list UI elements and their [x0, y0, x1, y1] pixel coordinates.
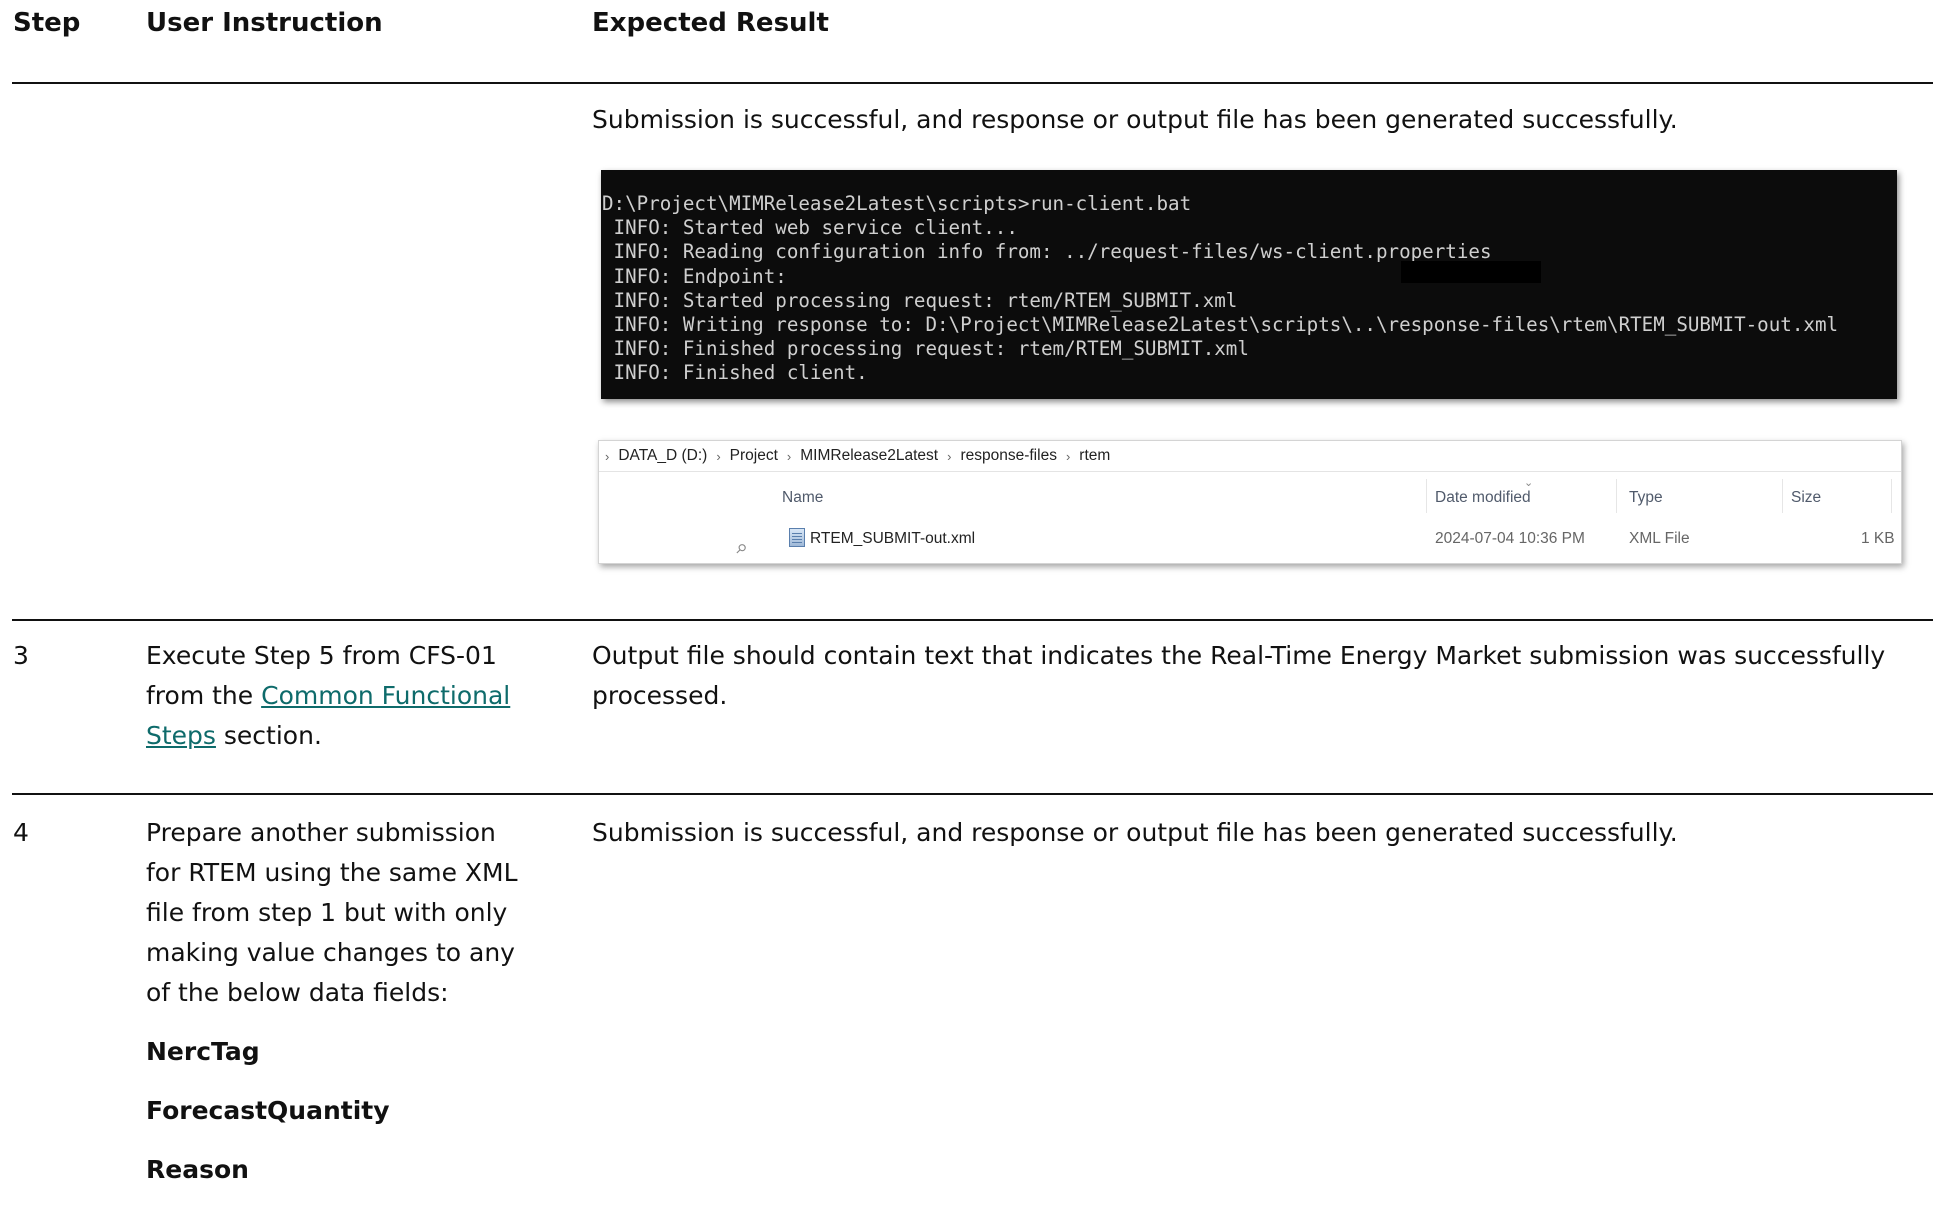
- file-name[interactable]: RTEM_SUBMIT-out.xml: [810, 530, 975, 548]
- console-line: INFO: Finished processing request: rtem/…: [602, 337, 1249, 361]
- console-line: INFO: Writing response to: D:\Project\MI…: [602, 313, 1839, 337]
- row-divider: [12, 793, 1933, 795]
- xml-file-icon: [789, 528, 805, 547]
- expected-result: Submission is successful, and response o…: [592, 818, 1678, 847]
- column-divider[interactable]: [1616, 479, 1617, 513]
- row-expected-result: Submission is successful, and response o…: [592, 105, 1678, 134]
- file-explorer-screenshot: › DATA_D (D:) › Project › MIMRelease2Lat…: [598, 440, 1902, 564]
- console-line: INFO: Endpoint:: [602, 264, 787, 288]
- column-header-type[interactable]: Type: [1629, 489, 1663, 507]
- chevron-right-icon: ›: [947, 448, 952, 464]
- instruction-line: for RTEM using the same XML: [146, 858, 518, 887]
- breadcrumb-item[interactable]: MIMRelease2Latest: [800, 447, 938, 465]
- header-expected-result: Expected Result: [592, 8, 829, 38]
- user-instruction: Execute Step 5 from CFS-01 from the Comm…: [146, 636, 566, 756]
- field-reason: Reason: [146, 1155, 249, 1184]
- column-header-name[interactable]: Name: [782, 489, 823, 507]
- step-number: 4: [13, 818, 29, 847]
- instruction-text: from the: [146, 681, 262, 710]
- instruction-line: of the below data fields:: [146, 978, 449, 1007]
- console-output: D:\Project\MIMRelease2Latest\scripts>run…: [601, 192, 1838, 386]
- pin-icon: ⚲: [732, 539, 750, 558]
- breadcrumb-item[interactable]: rtem: [1079, 447, 1110, 465]
- console-line: INFO: Started processing request: rtem/R…: [602, 288, 1238, 312]
- instruction-text: section.: [215, 721, 322, 750]
- file-size: 1 KB: [1861, 530, 1895, 547]
- redacted-endpoint: [1401, 261, 1541, 283]
- expected-line: Output file should contain text that ind…: [592, 641, 1886, 670]
- field-forecastquantity: ForecastQuantity: [146, 1096, 390, 1125]
- breadcrumb-item[interactable]: Project: [730, 447, 778, 465]
- expected-result: Output file should contain text that ind…: [592, 636, 1885, 716]
- file-type: XML File: [1629, 530, 1690, 547]
- chevron-right-icon: ›: [786, 448, 792, 464]
- chevron-right-icon: ›: [1065, 448, 1071, 464]
- row-divider: [12, 619, 1933, 621]
- chevron-right-icon: ›: [716, 448, 721, 464]
- common-functional-steps-link[interactable]: Steps: [146, 721, 216, 750]
- field-nerctag: NercTag: [146, 1037, 260, 1066]
- file-date-modified: 2024-07-04 10:36 PM: [1435, 530, 1585, 547]
- column-header-size[interactable]: Size: [1791, 489, 1821, 507]
- console-line: INFO: Reading configuration info from: .…: [602, 240, 1492, 264]
- column-divider[interactable]: [1782, 479, 1783, 513]
- user-instruction: Prepare another submission for RTEM usin…: [146, 813, 566, 1013]
- expected-line: processed.: [592, 681, 728, 710]
- console-screenshot: D:\Project\MIMRelease2Latest\scripts>run…: [601, 170, 1897, 399]
- instruction-line: making value changes to any: [146, 938, 515, 967]
- console-line: INFO: Started web service client...: [602, 216, 1018, 240]
- instruction-line: Execute Step 5 from CFS-01: [146, 641, 497, 670]
- column-divider[interactable]: [1891, 479, 1892, 513]
- breadcrumb-item[interactable]: DATA_D (D:): [618, 447, 707, 465]
- console-line: INFO: Finished client.: [602, 361, 868, 385]
- sort-chevron-icon: ⌄: [1524, 477, 1534, 489]
- breadcrumb-item[interactable]: response-files: [960, 447, 1057, 465]
- instruction-line: file from step 1 but with only: [146, 898, 508, 927]
- column-header-date-modified[interactable]: Date modified: [1435, 489, 1531, 507]
- breadcrumb: › DATA_D (D:) › Project › MIMRelease2Lat…: [599, 441, 1901, 472]
- common-functional-steps-link[interactable]: Common Functional: [261, 681, 510, 710]
- step-number: 3: [13, 641, 29, 670]
- column-divider[interactable]: [1426, 479, 1427, 513]
- console-line: D:\Project\MIMRelease2Latest\scripts>run…: [602, 192, 1192, 215]
- header-divider: [12, 82, 1933, 84]
- instruction-line: Prepare another submission: [146, 818, 496, 847]
- chevron-right-icon: ›: [605, 448, 610, 464]
- header-user-instruction: User Instruction: [146, 8, 383, 38]
- header-step: Step: [13, 8, 81, 38]
